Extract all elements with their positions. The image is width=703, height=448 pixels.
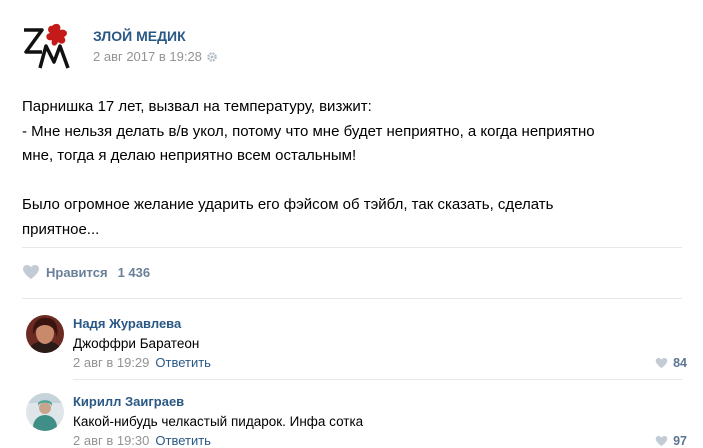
comment-author[interactable]: Надя Журавлева [73,316,181,331]
comment-item: Надя Журавлева Джоффри Баратеон 2 авг в … [0,307,703,387]
heart-icon [23,265,39,279]
comment-date[interactable]: 2 авг в 19:30 [73,433,149,448]
comment-like-button[interactable]: 97 [655,434,687,448]
comment-text: Джоффри Баратеон [73,336,200,351]
like-label: Нравится [46,264,108,280]
comment-like-count: 84 [673,356,687,370]
post-date[interactable]: 2 авг 2017 в 19:28 [93,49,202,64]
comment-meta: 2 авг в 19:30 Ответить [73,433,211,448]
post-text-line: мне, тогда я делаю неприятно всем осталь… [22,147,357,164]
comment-like-count: 97 [673,434,687,448]
like-button[interactable]: Нравится 1 436 [22,264,150,280]
post-text-line: Было огромное желание ударить его фэйсом… [22,196,554,213]
heart-icon [655,435,668,447]
divider [22,298,682,299]
gear-icon[interactable] [206,51,218,63]
post-page: ЗЛОЙ МЕДИК 2 авг 2017 в 19:28 Парнишка 1… [0,0,703,448]
heart-icon [655,357,668,369]
reply-button[interactable]: Ответить [155,355,211,370]
comment-meta: 2 авг в 19:29 Ответить [73,355,211,370]
avatar[interactable] [26,393,64,431]
divider [22,247,682,248]
like-count: 1 436 [117,264,151,280]
community-logo-icon[interactable] [22,22,72,70]
post-text-line: Парнишка 17 лет, вызвал на температуру, … [22,98,372,115]
comment-item: Кирилл Заиграев Какой-нибудь челкастый п… [0,385,703,448]
comment-like-button[interactable]: 84 [655,356,687,370]
post-author[interactable]: ЗЛОЙ МЕДИК [93,28,186,44]
reply-button[interactable]: Ответить [155,433,211,448]
comment-author[interactable]: Кирилл Заиграев [73,394,184,409]
comment-date[interactable]: 2 авг в 19:29 [73,355,149,370]
post-text: Парнишка 17 лет, вызвал на температуру, … [22,95,672,242]
divider [73,379,682,380]
post-text-line: приятное... [22,220,100,238]
post-meta: 2 авг 2017 в 19:28 [93,49,218,64]
comment-text: Какой-нибудь челкастый пидарок. Инфа сот… [73,414,364,429]
avatar[interactable] [26,315,64,353]
post-text-line: - Мне нельзя делать в/в укол, потому что… [22,122,595,140]
